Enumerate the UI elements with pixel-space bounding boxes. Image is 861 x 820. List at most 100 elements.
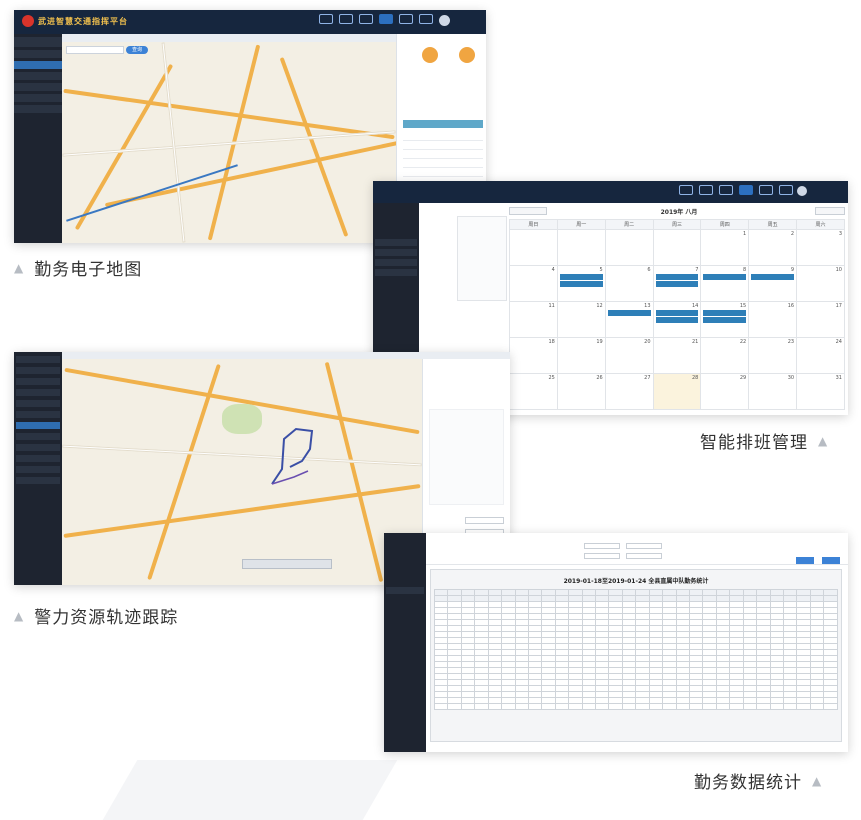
sidebar-item[interactable]	[14, 94, 62, 102]
sidebar-item[interactable]	[16, 367, 60, 374]
sidebar-item[interactable]	[375, 249, 417, 256]
sidebar-item-active[interactable]	[16, 422, 60, 429]
sidebar-item[interactable]	[386, 587, 424, 594]
table-row[interactable]	[403, 132, 483, 141]
calendar-day[interactable]	[556, 229, 606, 266]
calendar-day[interactable]: 20	[604, 337, 654, 374]
nav-icon[interactable]	[719, 185, 733, 195]
calendar-day[interactable]: 9	[748, 265, 798, 302]
nav-icon[interactable]	[419, 14, 433, 24]
avatar[interactable]	[797, 186, 807, 196]
nav-icon[interactable]	[319, 14, 333, 24]
calendar-day[interactable]: 7	[652, 265, 702, 302]
nav-icon[interactable]	[759, 185, 773, 195]
calendar-day[interactable]: 14	[652, 301, 702, 338]
calendar-day[interactable]: 2	[748, 229, 798, 266]
sidebar-item[interactable]	[14, 50, 62, 58]
table-row[interactable]	[403, 150, 483, 159]
shift-event[interactable]	[655, 281, 699, 287]
org-tree[interactable]	[457, 216, 507, 301]
shift-event[interactable]	[559, 281, 603, 287]
calendar-day[interactable]: 12	[556, 301, 606, 338]
calendar-day[interactable]: 5	[556, 265, 606, 302]
calendar-day[interactable]: 8	[700, 265, 750, 302]
calendar-day[interactable]: 25	[509, 373, 558, 410]
calendar-day[interactable]: 31	[796, 373, 845, 410]
resource-tree[interactable]	[429, 409, 504, 505]
avatar[interactable]	[439, 15, 450, 26]
shift-event[interactable]	[559, 274, 603, 280]
calendar-day[interactable]: 4	[509, 265, 558, 302]
search-button[interactable]: 查询	[126, 46, 148, 54]
sidebar-item[interactable]	[16, 433, 60, 440]
date-input[interactable]	[626, 553, 662, 559]
sidebar-item[interactable]	[16, 477, 60, 484]
sidebar-item[interactable]	[16, 455, 60, 462]
sidebar-item[interactable]	[16, 466, 60, 473]
calendar-day[interactable]: 11	[509, 301, 558, 338]
calendar-day[interactable]: 19	[556, 337, 606, 374]
tab-strip[interactable]	[62, 352, 510, 359]
sidebar-item[interactable]	[16, 389, 60, 396]
sidebar-item[interactable]	[16, 411, 60, 418]
calendar-day[interactable]	[604, 229, 654, 266]
filter-select[interactable]	[626, 543, 662, 549]
filter-select[interactable]	[584, 543, 620, 549]
date-input[interactable]	[584, 553, 620, 559]
calendar-day[interactable]: 27	[604, 373, 654, 410]
calendar-day[interactable]: 21	[652, 337, 702, 374]
calendar-day[interactable]: 1	[700, 229, 750, 266]
map-search-input[interactable]	[66, 46, 124, 54]
sidebar-item[interactable]	[14, 83, 62, 91]
calendar-day[interactable]: 10	[796, 265, 845, 302]
nav-icon[interactable]	[679, 185, 693, 195]
map-view[interactable]: 查询	[62, 42, 400, 243]
calendar-day[interactable]: 3	[796, 229, 845, 266]
shift-event[interactable]	[751, 274, 795, 280]
calendar-day[interactable]	[652, 229, 702, 266]
sidebar-item[interactable]	[16, 444, 60, 451]
shift-event[interactable]	[655, 310, 699, 316]
calendar-day[interactable]: 23	[748, 337, 798, 374]
shift-event[interactable]	[607, 310, 651, 316]
calendar-day[interactable]: 24	[796, 337, 845, 374]
query-button[interactable]	[796, 557, 814, 564]
sidebar-item[interactable]	[375, 239, 417, 246]
shift-event[interactable]	[703, 274, 747, 280]
calendar-day[interactable]: 28	[652, 373, 702, 410]
calendar-prev-next[interactable]	[509, 207, 547, 215]
shift-event[interactable]	[703, 310, 747, 316]
sidebar-item[interactable]	[16, 378, 60, 385]
sidebar-item[interactable]	[16, 356, 60, 363]
sidebar-item[interactable]	[375, 259, 417, 266]
export-button[interactable]	[822, 557, 840, 564]
calendar-day[interactable]: 22	[700, 337, 750, 374]
table-row[interactable]	[403, 141, 483, 150]
shift-event[interactable]	[655, 274, 699, 280]
form-field[interactable]	[465, 517, 504, 524]
shift-event[interactable]	[655, 317, 699, 323]
sidebar-item-active[interactable]	[14, 61, 62, 69]
calendar-day[interactable]	[509, 229, 558, 266]
nav-icon[interactable]	[699, 185, 713, 195]
calendar-day[interactable]: 16	[748, 301, 798, 338]
calendar-day[interactable]: 13	[604, 301, 654, 338]
calendar-day[interactable]: 30	[748, 373, 798, 410]
calendar-day[interactable]: 17	[796, 301, 845, 338]
calendar-day[interactable]: 6	[604, 265, 654, 302]
calendar-day[interactable]: 15	[700, 301, 750, 338]
tab-strip[interactable]	[62, 34, 396, 42]
nav-icon[interactable]	[339, 14, 353, 24]
sidebar-item[interactable]	[14, 37, 62, 47]
nav-icon[interactable]	[359, 14, 373, 24]
view-switch[interactable]	[815, 207, 845, 215]
track-map-view[interactable]	[62, 359, 422, 585]
calendar-day[interactable]: 26	[556, 373, 606, 410]
calendar-day[interactable]: 18	[509, 337, 558, 374]
nav-icon[interactable]	[779, 185, 793, 195]
nav-icon-active[interactable]	[379, 14, 393, 24]
sidebar-item[interactable]	[14, 105, 62, 113]
sidebar-item[interactable]	[16, 400, 60, 407]
sidebar-item[interactable]	[375, 269, 417, 276]
sidebar-item[interactable]	[14, 72, 62, 80]
